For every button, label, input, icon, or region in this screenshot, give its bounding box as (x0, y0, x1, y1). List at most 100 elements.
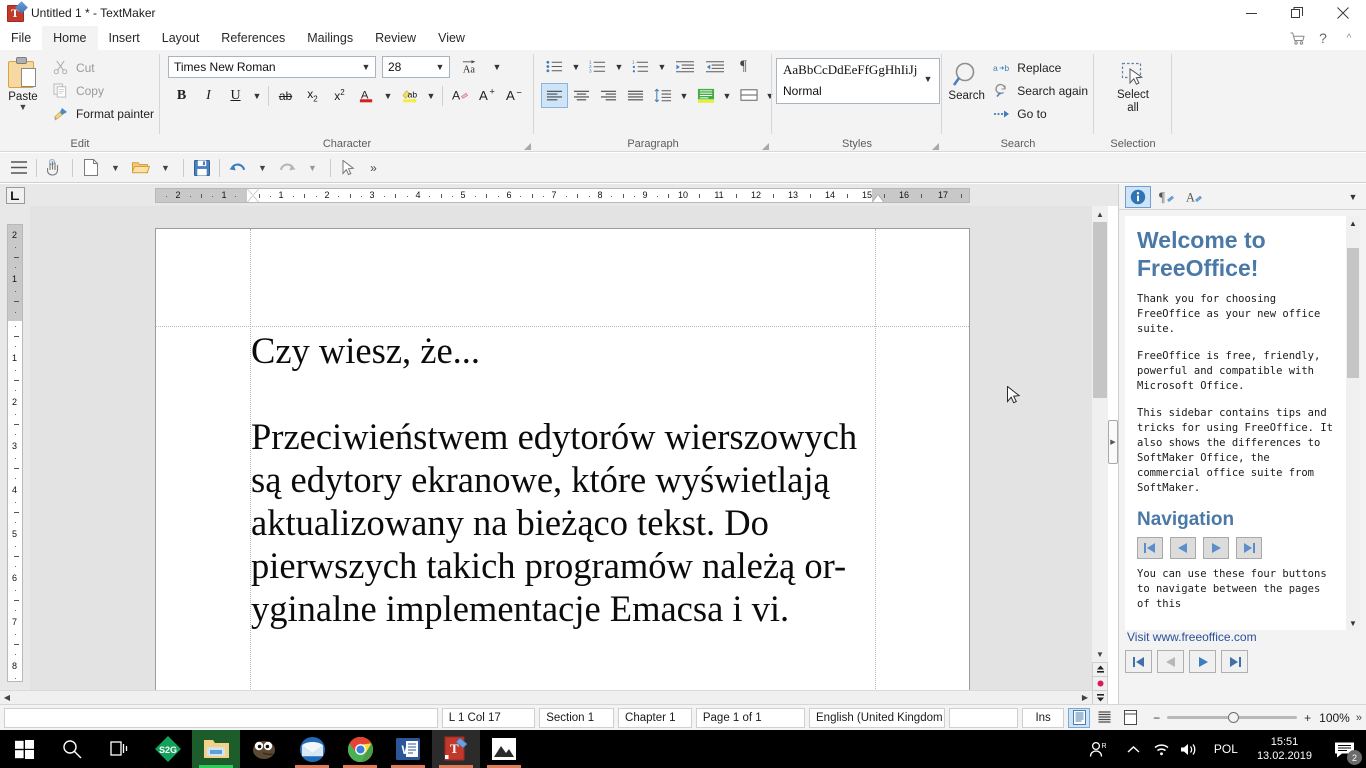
scroll-down-icon[interactable]: ▼ (1092, 646, 1108, 662)
photos-app[interactable] (480, 730, 528, 768)
last-icon[interactable] (1221, 650, 1248, 673)
page-view-icon[interactable] (1068, 707, 1090, 728)
previous-object-icon[interactable] (1092, 662, 1108, 677)
replace-button[interactable]: ab Replace (989, 56, 1094, 79)
next-page-icon[interactable] (1203, 537, 1229, 559)
chevron-down-icon[interactable]: ▼ (654, 54, 670, 79)
zoom-knob[interactable] (1228, 712, 1240, 723)
start-button[interactable] (0, 730, 48, 768)
show-formatting-marks-button[interactable]: ¶ (730, 54, 757, 79)
save-icon[interactable] (189, 156, 214, 180)
tab-layout[interactable]: Layout (151, 26, 211, 50)
section-indicator[interactable]: Section 1 (539, 707, 615, 728)
freeoffice-link[interactable]: Visit www.freeoffice.com (1127, 630, 1257, 644)
insert-mode-indicator[interactable]: Ins (1021, 707, 1065, 728)
horizontal-ruler[interactable]: 2 1 1 2 3 4 5 6 7 8 9 10 11 12 13 14 15 … (155, 188, 970, 203)
left-indent-marker[interactable] (247, 196, 259, 202)
open-dropdown[interactable]: ▼ (153, 156, 178, 180)
numbered-list-button[interactable]: 123 (584, 54, 611, 79)
document-vertical-scrollbar[interactable]: ▲ ▼ (1092, 206, 1108, 705)
tab-stop-selector[interactable] (6, 187, 25, 204)
paragraph-dialog-launcher[interactable] (762, 143, 769, 150)
first-line-indent-marker[interactable] (247, 189, 259, 195)
restore-icon[interactable] (1274, 0, 1320, 26)
search-button[interactable] (48, 730, 96, 768)
chevron-down-icon[interactable]: ▼ (357, 57, 375, 77)
select-all-button[interactable]: Select all (1102, 56, 1164, 115)
zoom-track[interactable] (1167, 712, 1298, 723)
undo-dropdown[interactable]: ▼ (250, 156, 275, 180)
tab-insert[interactable]: Insert (98, 26, 151, 50)
subscript-button[interactable]: x2 (299, 83, 326, 108)
collapse-ribbon-icon[interactable]: ^ (1336, 27, 1362, 49)
last-page-icon[interactable] (1236, 537, 1262, 559)
scroll-right-icon[interactable]: ▶ (1078, 691, 1092, 704)
first-page-icon[interactable] (1137, 537, 1163, 559)
chevron-down-icon[interactable]: ▼ (489, 54, 505, 79)
styles-dialog-launcher[interactable] (932, 143, 939, 150)
document-text[interactable]: Czy wiesz, że... Przeciwieństwem edytoró… (251, 329, 876, 630)
decrease-font-size-button[interactable]: A − (500, 83, 527, 108)
align-right-button[interactable] (595, 83, 622, 108)
chevron-down-icon[interactable]: ▼ (611, 54, 627, 79)
sidebar-splitter-handle[interactable]: ▶ (1108, 420, 1118, 464)
more-icon[interactable]: » (361, 156, 386, 180)
scroll-up-icon[interactable]: ▲ (1092, 206, 1108, 222)
search-again-button[interactable]: Search again (989, 79, 1094, 102)
sidebar-scroll-down-icon[interactable]: ▼ (1346, 616, 1360, 630)
document-canvas[interactable]: Czy wiesz, że... Przeciwieństwem edytoró… (30, 206, 1092, 690)
undo-icon[interactable] (225, 156, 250, 180)
cart-icon[interactable] (1284, 27, 1310, 49)
chrome-app[interactable] (336, 730, 384, 768)
chevron-down-icon[interactable]: ▼ (380, 83, 396, 108)
tab-file[interactable]: File (0, 26, 42, 50)
show-hidden-icons[interactable] (1119, 730, 1149, 768)
bold-button[interactable]: B (168, 83, 195, 108)
style-gallery[interactable]: AaBbCcDdEeFfGgHhIiJj Normal ▼ (776, 58, 940, 104)
increase-font-size-button[interactable]: A + (473, 83, 500, 108)
document-page[interactable]: Czy wiesz, że... Przeciwieństwem edytoró… (155, 228, 970, 690)
outline-list-button[interactable]: 1 (627, 54, 654, 79)
chevron-down-icon[interactable]: ▼ (249, 83, 265, 108)
format-painter-button[interactable]: Format painter (48, 102, 160, 125)
zoom-level[interactable]: 100% (1319, 711, 1350, 725)
minimize-icon[interactable] (1228, 0, 1274, 26)
change-case-icon[interactable]: Aa (456, 54, 483, 79)
page-indicator[interactable]: Page 1 of 1 (695, 707, 805, 728)
clear-formatting-button[interactable]: A (446, 83, 473, 108)
language-indicator[interactable]: POL (1205, 730, 1247, 768)
reading-view-icon[interactable] (1120, 708, 1142, 728)
hand-icon[interactable] (42, 156, 67, 180)
textmaker-app[interactable]: T (432, 730, 480, 768)
volume-icon[interactable] (1175, 730, 1205, 768)
document-horizontal-scrollbar[interactable]: ◀ ▶ (0, 690, 1092, 704)
word-app[interactable]: W (384, 730, 432, 768)
increase-indent-button[interactable] (670, 54, 700, 79)
tab-mailings[interactable]: Mailings (296, 26, 364, 50)
scroll-left-icon[interactable]: ◀ (0, 691, 14, 704)
previous-page-icon[interactable] (1170, 537, 1196, 559)
sidebar-menu-chevron-down-icon[interactable]: ▼ (1345, 187, 1361, 207)
tab-view[interactable]: View (427, 26, 476, 50)
s2g-app[interactable]: S2G (144, 730, 192, 768)
tab-home[interactable]: Home (42, 26, 98, 50)
chapter-indicator[interactable]: Chapter 1 (618, 707, 692, 728)
chevron-down-icon[interactable]: ▼ (431, 57, 449, 77)
vertical-ruler[interactable]: 2 1 1 2 3 4 5 6 7 8 (7, 224, 23, 682)
chevron-down-icon[interactable]: ▼ (676, 83, 692, 108)
character-dialog-launcher[interactable] (524, 143, 531, 150)
justify-button[interactable] (622, 83, 649, 108)
chevron-down-icon[interactable]: ▼ (919, 69, 937, 89)
status-overflow-icon[interactable]: » (1356, 712, 1362, 724)
status-extra[interactable] (949, 707, 1018, 728)
font-color-button[interactable]: A (353, 83, 380, 108)
line-spacing-button[interactable] (649, 83, 676, 108)
wifi-icon[interactable] (1149, 730, 1175, 768)
continuous-view-icon[interactable] (1094, 708, 1116, 728)
open-folder-icon[interactable] (128, 156, 153, 180)
task-view-button[interactable] (96, 730, 144, 768)
italic-button[interactable]: I (195, 83, 222, 108)
paste-button[interactable]: Paste ▼ (4, 54, 42, 112)
chevron-down-icon[interactable]: ▼ (719, 83, 735, 108)
file-explorer[interactable] (192, 730, 240, 768)
